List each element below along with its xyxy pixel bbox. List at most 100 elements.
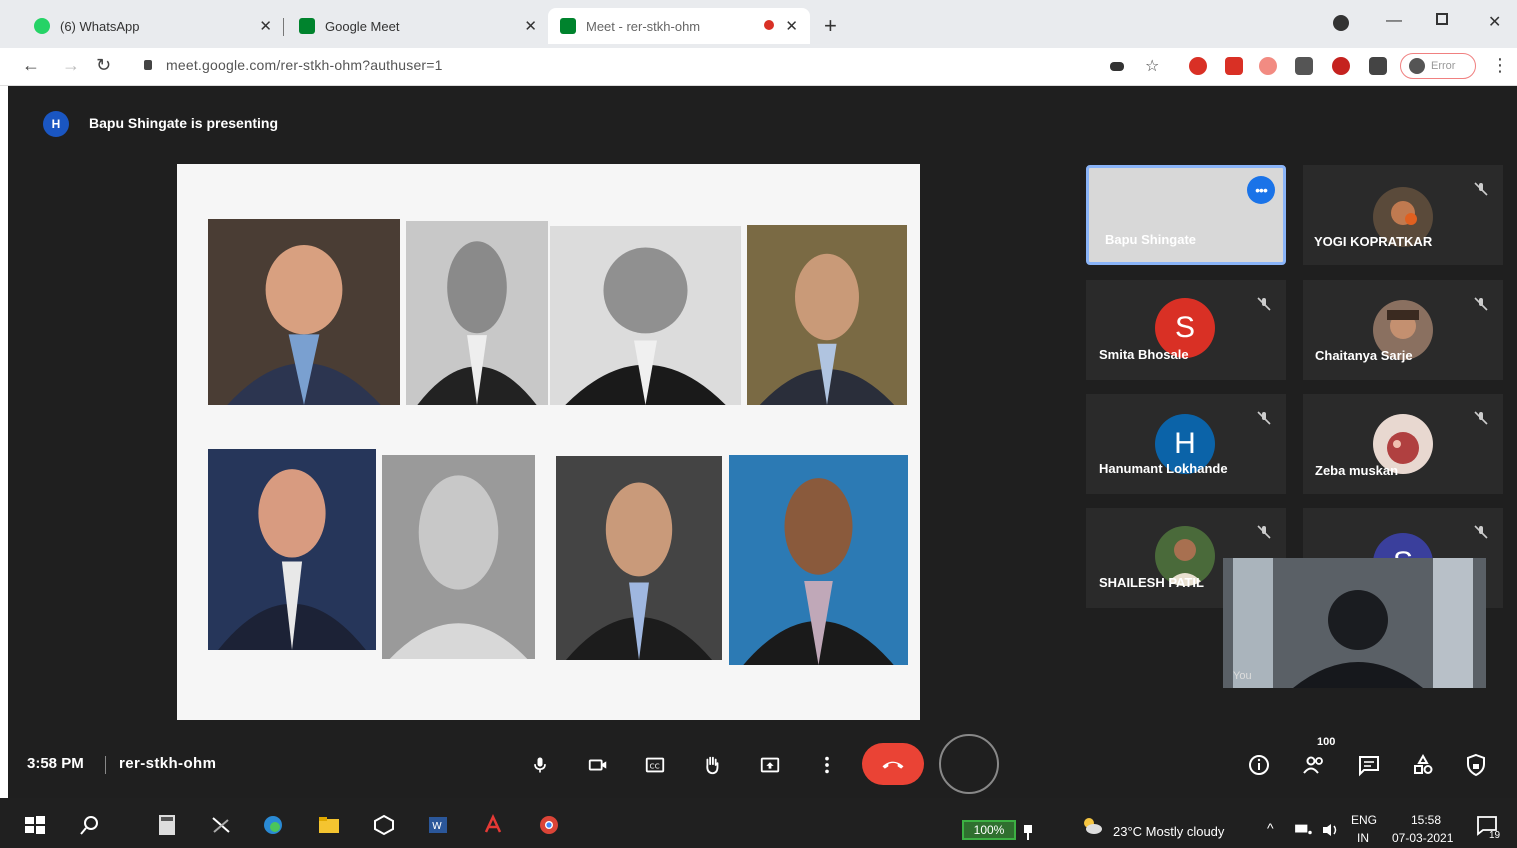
self-view-label: You: [1233, 670, 1252, 682]
slide-photo: [208, 219, 400, 405]
acrobat-icon[interactable]: [482, 814, 504, 836]
volume-icon[interactable]: [1321, 822, 1343, 844]
search-icon[interactable]: [79, 814, 101, 836]
close-tab-icon[interactable]: ✕: [524, 17, 537, 35]
forward-icon[interactable]: →: [62, 55, 80, 76]
bookmark-star-icon[interactable]: ☆: [1145, 56, 1159, 76]
raise-hand-button[interactable]: [697, 750, 727, 780]
tab-whatsapp[interactable]: (6) WhatsApp ✕: [22, 8, 284, 44]
present-icon: [760, 757, 780, 773]
tab-search-icon[interactable]: [1333, 15, 1349, 31]
tab-google-meet[interactable]: Google Meet ✕: [287, 8, 549, 44]
restore-icon[interactable]: [1436, 13, 1448, 25]
close-window-icon[interactable]: ✕: [1488, 12, 1501, 32]
mic-off-icon: [1256, 296, 1272, 312]
close-tab-icon[interactable]: ✕: [259, 17, 272, 35]
self-view[interactable]: You: [1223, 558, 1486, 688]
hand-icon: [706, 756, 719, 775]
browser-tab-bar: (6) WhatsApp ✕ Google Meet ✕ Meet - rer-…: [0, 0, 1517, 48]
people-icon: [1303, 756, 1323, 774]
notification-count: 19: [1489, 830, 1501, 841]
pdf-extension-icon[interactable]: [1225, 57, 1243, 75]
info-icon: [1249, 755, 1269, 775]
presenter-avatar: H: [43, 111, 69, 137]
activities-button[interactable]: [1408, 750, 1438, 780]
url-field[interactable]: meet.google.com/rer-stkh-ohm?authuser=1: [166, 57, 443, 73]
avatar: [1409, 58, 1425, 74]
weather-text[interactable]: 23°C Mostly cloudy: [1113, 824, 1224, 839]
participant-tile[interactable]: H Hanumant Lokhande: [1086, 394, 1286, 494]
clock-date[interactable]: 07-03-2021: [1392, 831, 1453, 845]
tab-label: (6) WhatsApp: [60, 18, 140, 34]
chrome-icon[interactable]: [538, 814, 560, 836]
network-icon[interactable]: [1293, 822, 1315, 844]
tab-label: Meet - rer-stkh-ohm: [586, 18, 701, 34]
file-explorer-icon[interactable]: [318, 814, 340, 836]
calculator-icon[interactable]: [156, 814, 178, 836]
cast-icon[interactable]: [1110, 62, 1124, 71]
participant-name: YOGI KOPRATKAR: [1314, 234, 1433, 249]
participant-tile[interactable]: Chaitanya Sarje: [1303, 280, 1503, 380]
back-icon[interactable]: ←: [22, 55, 40, 76]
extension-icon[interactable]: [1332, 57, 1350, 75]
chat-button[interactable]: [1354, 750, 1384, 780]
battery-indicator[interactable]: 100%: [962, 820, 1016, 840]
new-tab-button[interactable]: +: [824, 13, 837, 39]
meeting-code: rer-stkh-ohm: [119, 755, 217, 772]
shield-lock-icon: [1467, 753, 1485, 777]
participant-tile[interactable]: Zeba muskan: [1303, 394, 1503, 494]
mic-icon: [534, 757, 546, 773]
tab-divider: [283, 18, 284, 36]
mic-off-icon: [1473, 524, 1489, 540]
presenting-banner: Bapu Shingate is presenting: [89, 115, 279, 131]
tab-meet-active[interactable]: Meet - rer-stkh-ohm ✕: [548, 8, 810, 44]
participant-tile[interactable]: S Smita Bhosale: [1086, 280, 1286, 380]
meeting-details-button[interactable]: [1244, 750, 1274, 780]
clock-time[interactable]: 15:58: [1411, 813, 1441, 827]
chevron-up-icon[interactable]: ^: [1267, 820, 1274, 836]
participant-count: 100: [1317, 736, 1336, 748]
participant-tile[interactable]: YOGI KOPRATKAR: [1303, 165, 1503, 265]
cursor-ring: [939, 734, 999, 794]
participant-tile-self[interactable]: ••• Bapu Shingate: [1086, 165, 1286, 265]
slide-photo: [208, 449, 376, 650]
more-options-button[interactable]: [812, 750, 842, 780]
more-options-button[interactable]: •••: [1247, 176, 1275, 204]
extensions-puzzle-icon[interactable]: [1369, 57, 1387, 75]
lock-icon: [144, 60, 152, 70]
slide-photo: [382, 455, 535, 659]
mic-off-icon: [1473, 410, 1489, 426]
meet-icon: [560, 18, 576, 34]
mic-off-icon: [1473, 296, 1489, 312]
address-bar: ← → ↻ meet.google.com/rer-stkh-ohm?authu…: [0, 48, 1517, 86]
captions-button[interactable]: CC: [640, 750, 670, 780]
language-region[interactable]: IN: [1357, 831, 1369, 845]
profile-label: Error: [1431, 60, 1456, 72]
adblock-icon[interactable]: [1189, 57, 1207, 75]
minimize-icon[interactable]: —: [1386, 12, 1402, 30]
extension-icon[interactable]: [1259, 57, 1277, 75]
slide-photo: [556, 456, 722, 660]
activities-icon: [1414, 753, 1433, 774]
snipping-tool-icon[interactable]: [210, 814, 232, 836]
language-code[interactable]: ENG: [1351, 813, 1377, 827]
participant-name: SHAILESH PATIL: [1099, 575, 1204, 590]
reload-icon[interactable]: ↻: [96, 55, 111, 76]
leave-call-button[interactable]: [862, 743, 924, 785]
browser-menu-icon[interactable]: ⋮: [1491, 55, 1509, 76]
profile-button[interactable]: Error: [1400, 53, 1476, 79]
present-screen-button[interactable]: [755, 750, 785, 780]
camera-button[interactable]: [583, 750, 613, 780]
host-controls-button[interactable]: [1461, 750, 1491, 780]
participant-name: Chaitanya Sarje: [1315, 348, 1413, 363]
edge-icon[interactable]: [262, 814, 284, 836]
microphone-button[interactable]: [525, 750, 555, 780]
close-tab-icon[interactable]: ✕: [785, 17, 798, 35]
extension-icon[interactable]: [1295, 57, 1313, 75]
word-icon[interactable]: W: [427, 814, 449, 836]
slide-photo: [729, 455, 908, 665]
app-icon[interactable]: [373, 814, 395, 836]
people-button[interactable]: [1299, 750, 1329, 780]
windows-start-icon[interactable]: [24, 814, 46, 836]
participant-name: Zeba muskan: [1315, 463, 1399, 478]
